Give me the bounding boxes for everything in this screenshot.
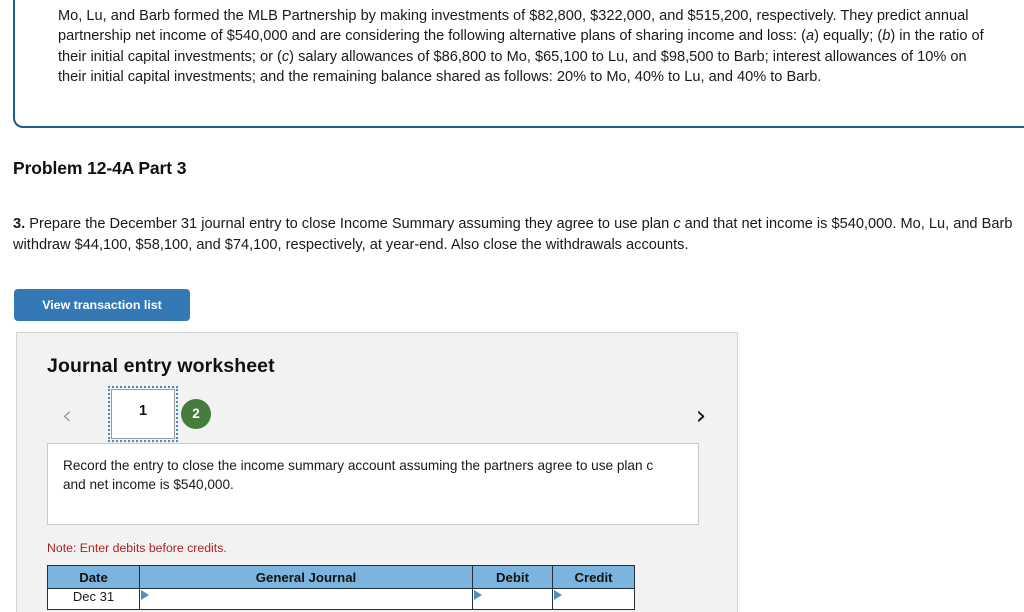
cell-general-journal[interactable]	[139, 588, 473, 610]
view-transaction-list-button[interactable]: View transaction list	[14, 289, 190, 321]
column-header-debit: Debit	[472, 565, 553, 589]
journal-entry-worksheet-panel: Journal entry worksheet ‹ 1 › Record the…	[16, 332, 738, 612]
worksheet-tab-1-label: 1	[138, 403, 148, 419]
requirement-text: 3. Prepare the December 31 journal entry…	[13, 214, 1018, 256]
table-row: Dec 31	[47, 588, 635, 610]
column-header-credit: Credit	[552, 565, 635, 589]
problem-statement-text: Mo, Lu, and Barb formed the MLB Partners…	[58, 6, 988, 88]
plan-a-letter: a	[805, 28, 815, 45]
dropdown-marker-icon	[141, 590, 149, 600]
debits-before-credits-note: Note: Enter debits before credits.	[47, 541, 227, 555]
cell-credit[interactable]	[552, 588, 635, 610]
chevron-left-icon[interactable]: ‹	[55, 403, 79, 431]
entry-instruction-text: Record the entry to close the income sum…	[63, 458, 654, 492]
chevron-right-icon[interactable]: ›	[689, 403, 713, 431]
requirement-plan-letter: c	[673, 216, 681, 232]
column-header-general-journal: General Journal	[139, 565, 473, 589]
dropdown-marker-icon	[554, 590, 562, 600]
worksheet-tab-2-label: 2	[192, 406, 200, 421]
problem-statement-box: Mo, Lu, and Barb formed the MLB Partners…	[13, 0, 1024, 128]
cell-debit[interactable]	[472, 588, 553, 610]
problem-text-seg-2: ) equally; (	[814, 28, 883, 45]
table-header-row: Date General Journal Debit Credit	[47, 565, 635, 589]
worksheet-tab-2[interactable]: 2	[181, 399, 211, 429]
requirement-number: 3.	[13, 216, 26, 232]
page-title: Problem 12-4A Part 3	[13, 158, 187, 178]
column-header-date: Date	[47, 565, 140, 589]
worksheet-title: Journal entry worksheet	[47, 355, 275, 377]
worksheet-tab-1[interactable]: 1	[108, 386, 178, 442]
requirement-text-a: Prepare the December 31 journal entry to…	[25, 216, 674, 232]
journal-entry-table: Date General Journal Debit Credit Dec 31	[47, 565, 635, 610]
dropdown-marker-icon	[474, 590, 482, 600]
page-root: Mo, Lu, and Barb formed the MLB Partners…	[0, 0, 1024, 612]
cell-date[interactable]: Dec 31	[47, 588, 140, 610]
entry-instruction-box: Record the entry to close the income sum…	[47, 443, 699, 525]
worksheet-tabstrip: ‹ 1 ›	[17, 386, 739, 442]
